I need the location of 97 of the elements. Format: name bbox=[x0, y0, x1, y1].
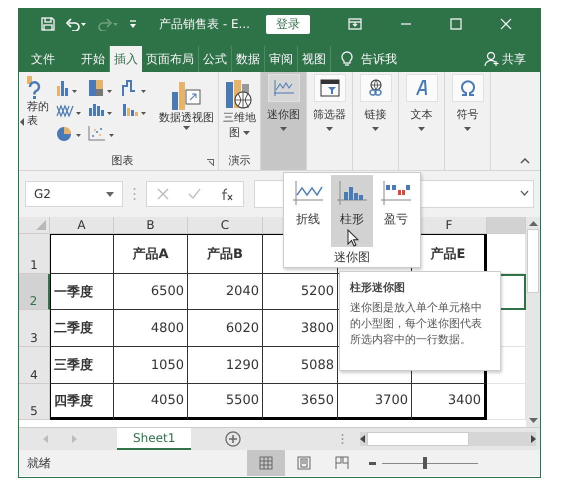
table-cell: 5088 bbox=[263, 347, 338, 384]
table-cell: 三季度 bbox=[50, 347, 114, 384]
table-cell: 2040 bbox=[188, 274, 263, 310]
close-icon[interactable] bbox=[500, 18, 512, 30]
caret-icon bbox=[372, 127, 379, 131]
menu-group-label: 迷你图 bbox=[334, 249, 370, 266]
table-cell: 4050 bbox=[114, 384, 188, 420]
table-cell: 二季度 bbox=[50, 310, 114, 347]
table-cell bbox=[50, 234, 114, 274]
link-button[interactable]: 链接 bbox=[353, 72, 399, 170]
column-header[interactable]: A bbox=[50, 217, 114, 234]
group-label: 演示 bbox=[228, 152, 250, 168]
maximize-icon[interactable] bbox=[450, 18, 462, 30]
page-icon bbox=[297, 456, 311, 470]
sparkline-button[interactable]: 迷你图 bbox=[261, 72, 307, 170]
table-cell: 3700 bbox=[338, 384, 412, 420]
filter-button[interactable]: 筛选器 bbox=[307, 72, 353, 170]
tell-me-button[interactable]: 告诉我 bbox=[361, 46, 397, 72]
ribbon-display-options-icon[interactable] bbox=[348, 18, 362, 30]
globe-buildings-icon bbox=[224, 78, 254, 110]
text-button[interactable]: 文本 bbox=[399, 72, 445, 170]
collapse-ribbon-icon[interactable] bbox=[520, 158, 530, 164]
column-header[interactable]: B bbox=[114, 217, 188, 234]
table-cell: 3650 bbox=[263, 384, 338, 420]
customize-toolbar-icon[interactable] bbox=[129, 19, 137, 29]
window-title: 产品销售表 - E... bbox=[159, 16, 250, 32]
normal-view-button[interactable] bbox=[247, 450, 285, 476]
table-cell: 6500 bbox=[114, 274, 188, 310]
scroll-down-icon[interactable] bbox=[528, 418, 538, 423]
caret-icon bbox=[280, 127, 287, 131]
column-sparkline-button[interactable]: 柱形 bbox=[331, 175, 373, 247]
3d-map-button[interactable]: 三维地 图 bbox=[219, 76, 260, 142]
sign-in-button[interactable]: 登录 bbox=[266, 14, 310, 34]
symbol-button[interactable]: 符号 bbox=[445, 72, 491, 170]
group-label: 图表 bbox=[112, 152, 134, 168]
table-cell: 5500 bbox=[188, 384, 263, 420]
column-sparkline-icon bbox=[336, 181, 368, 205]
globe-link-icon bbox=[366, 79, 384, 97]
table-cell: 1050 bbox=[114, 347, 188, 384]
share-button[interactable]: 共享 bbox=[484, 46, 526, 72]
column-header[interactable]: C bbox=[188, 217, 263, 234]
table-cell: 3800 bbox=[263, 310, 338, 347]
table-cell: 6020 bbox=[188, 310, 263, 347]
text-icon bbox=[414, 80, 428, 96]
row-header[interactable]: 2 bbox=[19, 274, 50, 310]
person-add-icon bbox=[484, 51, 500, 67]
add-sheet-icon[interactable] bbox=[225, 431, 242, 447]
scroll-right-icon[interactable] bbox=[531, 435, 536, 443]
drag-handle-icon[interactable] bbox=[133, 187, 136, 201]
caret-icon bbox=[183, 126, 190, 130]
tooltip-text: 迷你图是放入单个单元格中的小型图，每个迷你图代表所选内容中的一行数据。 bbox=[350, 300, 483, 348]
undo-icon[interactable] bbox=[65, 17, 87, 31]
sparkline-icon bbox=[272, 79, 294, 97]
table-cell: 四季度 bbox=[50, 384, 114, 420]
table-cell: 一季度 bbox=[50, 274, 114, 310]
save-icon[interactable] bbox=[41, 17, 55, 31]
sheet-tab[interactable]: Sheet1 bbox=[117, 428, 192, 450]
caret-icon bbox=[106, 192, 114, 196]
grid-icon bbox=[259, 456, 273, 470]
row-header[interactable]: 1 bbox=[19, 234, 50, 274]
ribbon-tab[interactable]: 插入 bbox=[110, 46, 142, 72]
table-cell: 5200 bbox=[263, 274, 338, 310]
expand-formula-bar-icon[interactable] bbox=[520, 190, 529, 196]
recommended-charts-button[interactable]: 荐的 表 bbox=[27, 76, 51, 128]
vertical-scrollbar[interactable] bbox=[526, 217, 540, 427]
pivot-chart-button[interactable]: 数据透视图 bbox=[155, 76, 218, 132]
name-box[interactable]: G2 bbox=[25, 181, 123, 207]
lightbulb-icon[interactable] bbox=[341, 50, 353, 66]
question-mark-chart-icon bbox=[27, 76, 41, 100]
horizontal-scrollbar[interactable] bbox=[360, 432, 536, 446]
win-loss-sparkline-icon bbox=[380, 181, 412, 205]
dialog-launcher-icon[interactable] bbox=[207, 159, 214, 166]
caret-icon bbox=[326, 127, 333, 131]
zoom-out-icon[interactable] bbox=[369, 462, 376, 464]
ribbon-tab[interactable]: 文件 bbox=[27, 46, 59, 72]
ribbon-scroll-left-icon[interactable] bbox=[20, 118, 25, 126]
tooltip-title: 柱形迷你图 bbox=[350, 280, 406, 295]
filter-icon bbox=[320, 79, 340, 97]
page-break-icon bbox=[335, 456, 349, 470]
caret-icon bbox=[464, 127, 471, 131]
scroll-up-icon[interactable] bbox=[528, 221, 538, 226]
table-cell: 1290 bbox=[188, 347, 263, 384]
row-header[interactable]: 4 bbox=[19, 347, 50, 384]
insert-function-icon[interactable] bbox=[220, 188, 234, 200]
omega-icon bbox=[460, 80, 476, 96]
caret-icon bbox=[243, 131, 250, 135]
line-sparkline-button[interactable]: 折线 bbox=[287, 175, 329, 247]
status-text: 就绪 bbox=[27, 454, 52, 472]
line-sparkline-icon bbox=[292, 181, 324, 205]
row-header[interactable]: 3 bbox=[19, 310, 50, 347]
caret-icon bbox=[418, 127, 425, 131]
table-cell: 4800 bbox=[114, 310, 188, 347]
row-header[interactable]: 5 bbox=[19, 384, 50, 420]
table-cell: 产品A bbox=[114, 234, 188, 274]
table-cell: 3400 bbox=[412, 384, 487, 420]
table-cell: 产品B bbox=[188, 234, 263, 274]
mouse-pointer-icon bbox=[347, 229, 359, 247]
